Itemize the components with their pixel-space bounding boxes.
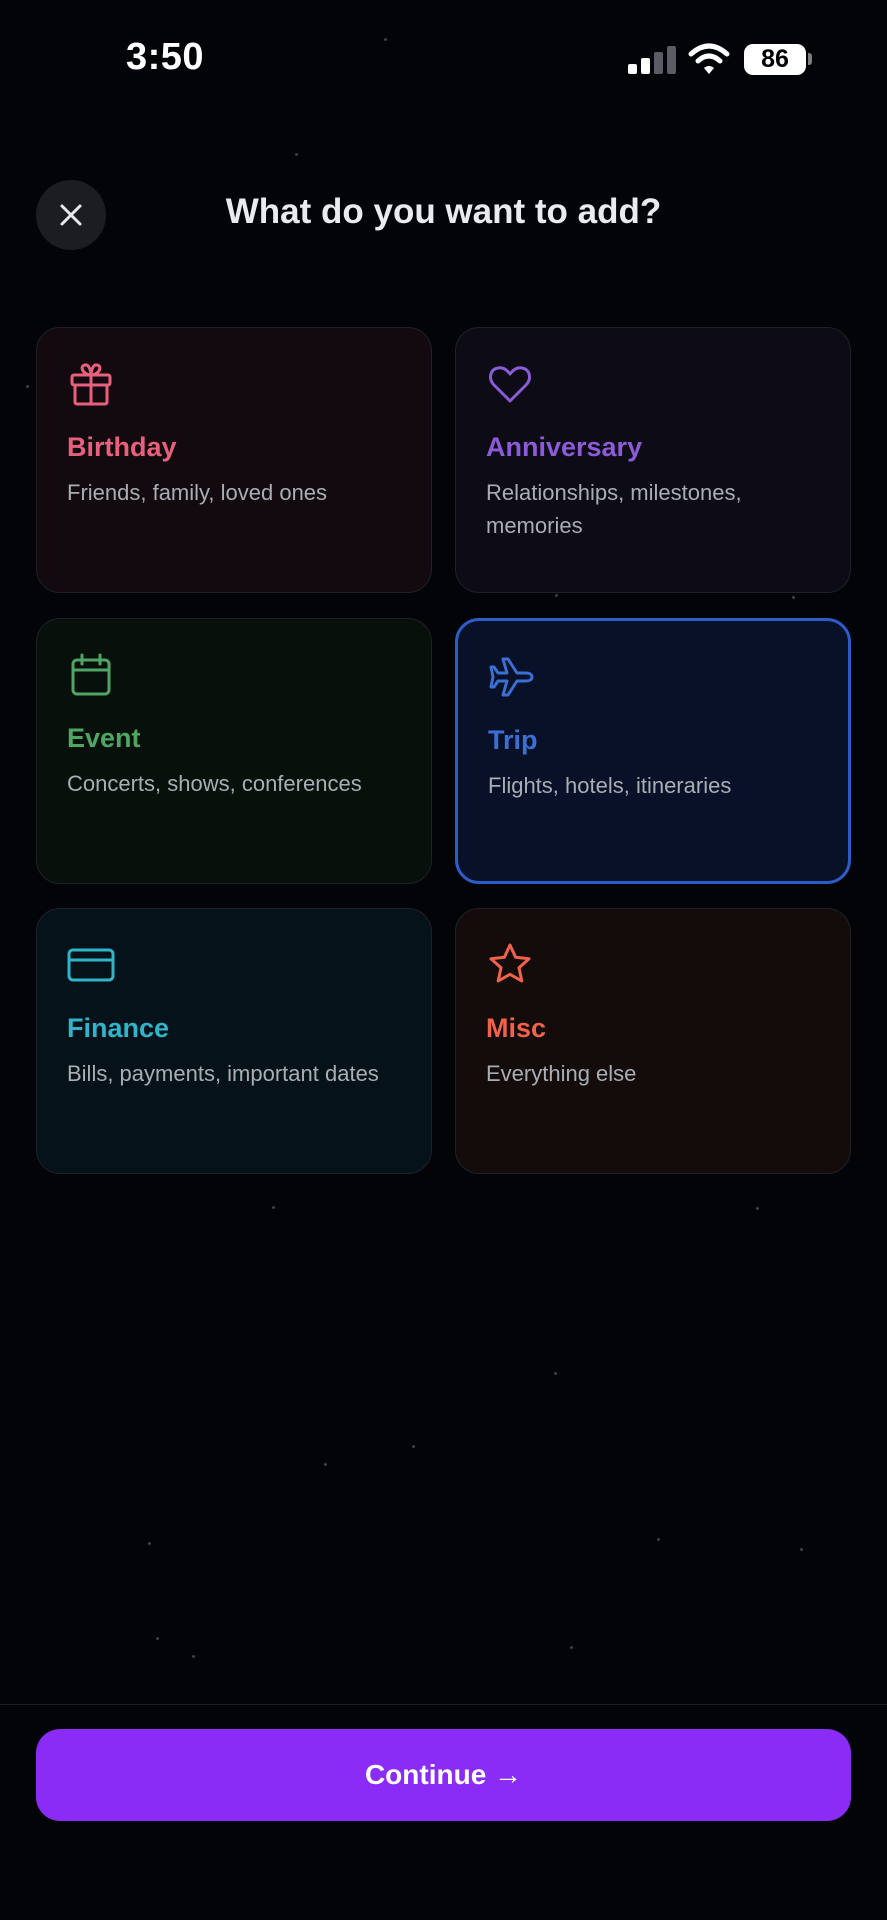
category-label: Trip [488, 725, 538, 755]
category-description: Flights, hotels, itineraries [488, 773, 732, 798]
continue-button[interactable]: Continue → [36, 1729, 851, 1821]
heart-icon [489, 366, 531, 403]
status-bar: 3:50 86 [0, 0, 887, 120]
category-description: Bills, payments, important dates [67, 1061, 379, 1086]
battery-cap [808, 53, 812, 65]
wifi-icon [688, 43, 730, 74]
category-label: Finance [67, 1013, 170, 1043]
close-icon [60, 204, 82, 226]
gift-icon [70, 363, 112, 406]
category-description: Concerts, shows, conferences [67, 771, 362, 796]
category-card-finance[interactable]: Finance Bills, payments, important dates [36, 908, 432, 1174]
calendar-icon [71, 653, 111, 696]
category-label: Event [67, 723, 141, 753]
category-description: Everything else [486, 1061, 637, 1086]
airplane-icon [489, 657, 534, 697]
category-card-misc[interactable]: Misc Everything else [455, 908, 851, 1174]
footer-divider [0, 1704, 887, 1705]
status-time: 3:50 [126, 36, 205, 78]
cellular-signal-icon [628, 46, 676, 74]
close-button[interactable] [36, 180, 106, 250]
category-label: Birthday [67, 432, 177, 462]
category-card-event[interactable]: Event Concerts, shows, conferences [36, 618, 432, 884]
category-description: Relationships, milestones, memories [486, 480, 742, 538]
category-label: Misc [486, 1013, 547, 1043]
star-icon [489, 943, 531, 983]
category-card-birthday[interactable]: Birthday Friends, family, loved ones [36, 327, 432, 593]
battery-indicator: 86 [744, 44, 806, 75]
credit-card-icon [67, 948, 115, 982]
category-description: Friends, family, loved ones [67, 480, 328, 505]
page-title: What do you want to add? [225, 192, 662, 231]
category-card-trip[interactable]: Trip Flights, hotels, itineraries [455, 618, 851, 884]
category-label: Anniversary [486, 432, 643, 462]
category-card-anniversary[interactable]: Anniversary Relationships, milestones, m… [455, 327, 851, 593]
